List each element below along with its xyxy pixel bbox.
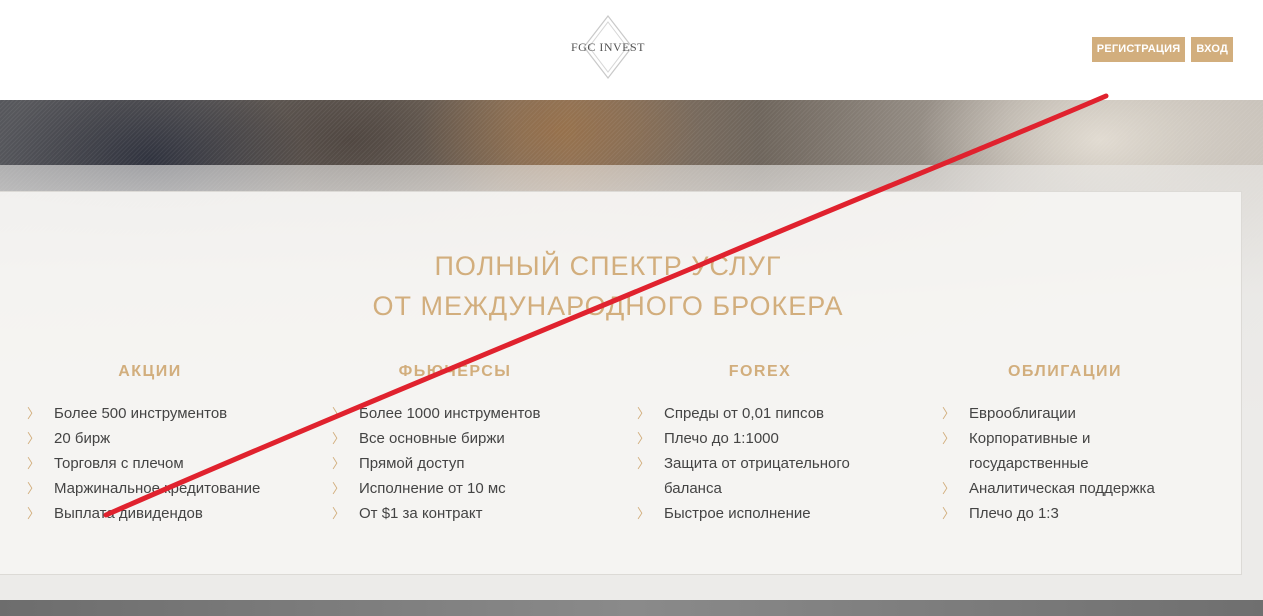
logo-text: FGC INVEST — [570, 40, 645, 54]
chevron-right-icon: 〉 — [332, 481, 346, 496]
heading-line-1: ПОЛНЫЙ СПЕКТР УСЛУГ — [434, 251, 782, 281]
chevron-right-icon: 〉 — [27, 481, 41, 496]
chevron-right-icon: 〉 — [942, 431, 956, 446]
register-button[interactable]: РЕГИСТРАЦИЯ — [1091, 37, 1186, 62]
column-forex: FOREX 〉 Спреды от 0,01 пипсов 〉 Плечо до 1… — [637, 361, 887, 526]
list-item: 〉 Исполнение от 10 мс — [332, 476, 602, 501]
chevron-right-icon: 〉 — [332, 406, 346, 421]
feature-list: 〉 Спреды от 0,01 пипсов 〉 Плечо до 1:1000 … — [637, 401, 887, 526]
column-title: ФЬЮЧЕРСЫ — [398, 363, 512, 380]
chevron-right-icon: 〉 — [27, 406, 41, 421]
heading-line-2: ОТ МЕЖДУНАРОДНОГО БРОКЕРА — [372, 291, 844, 321]
column-title: ОБЛИГАЦИИ — [1007, 363, 1123, 380]
section-heading: ПОЛНЫЙ СПЕКТР УСЛУГ ОТ МЕЖДУНАРОДНОГО БР… — [0, 246, 1216, 326]
list-item: 〉 Плечо до 1:1000 — [637, 426, 887, 451]
chevron-right-icon: 〉 — [637, 506, 651, 521]
chevron-right-icon: 〉 — [637, 456, 651, 471]
chevron-right-icon: 〉 — [27, 506, 41, 521]
chevron-right-icon: 〉 — [332, 456, 346, 471]
login-button[interactable]: ВХОД — [1191, 37, 1233, 62]
list-item: 〉 Маржинальное кредитование — [27, 476, 297, 501]
list-item: 〉 Плечо до 1:3 — [942, 501, 1192, 526]
chevron-right-icon: 〉 — [942, 506, 956, 521]
chevron-right-icon: 〉 — [332, 506, 346, 521]
list-item: 〉 Более 1000 инструментов — [332, 401, 602, 426]
chevron-right-icon: 〉 — [942, 481, 956, 496]
list-item: 〉 Торговля с плечом — [27, 451, 297, 476]
feature-list: 〉 Более 1000 инструментов 〉 Все основные б… — [332, 401, 602, 526]
chevron-right-icon: 〉 — [27, 431, 41, 446]
column-title: FOREX — [728, 363, 792, 380]
list-item: 〉 Прямой доступ — [332, 451, 602, 476]
site-header: FGC INVEST РЕГИСТРАЦИЯ ВХОД — [0, 0, 1263, 100]
chevron-right-icon: 〉 — [637, 406, 651, 421]
column-bonds: ОБЛИГАЦИИ 〉 Еврооблигации 〉 Корпоративные … — [942, 361, 1192, 526]
list-item: 〉 Корпоративные и государственные — [942, 426, 1192, 476]
list-item: 〉 От $1 за контракт — [332, 501, 602, 526]
column-futures: ФЬЮЧЕРСЫ 〉 Более 1000 инструментов 〉 Все о… — [332, 361, 602, 526]
list-item: 〉 Быстрое исполнение — [637, 501, 887, 526]
list-item: 〉 Все основные биржи — [332, 426, 602, 451]
list-item: 〉 Еврооблигации — [942, 401, 1192, 426]
column-stocks: АКЦИИ 〉 Более 500 инструментов 〉 20 бирж 〉… — [27, 361, 297, 526]
next-section-strip — [0, 600, 1263, 616]
chevron-right-icon: 〉 — [27, 456, 41, 471]
list-item: 〉 Спреды от 0,01 пипсов — [637, 401, 887, 426]
chevron-right-icon: 〉 — [332, 431, 346, 446]
list-item: 〉 Аналитическая поддержка — [942, 476, 1192, 501]
list-item: 〉 20 бирж — [27, 426, 297, 451]
list-item: 〉 Защита от отрицательного баланса — [637, 451, 887, 501]
list-item: 〉 Выплата дивидендов — [27, 501, 297, 526]
column-title: АКЦИИ — [118, 363, 182, 380]
list-item: 〉 Более 500 инструментов — [27, 401, 297, 426]
chevron-right-icon: 〉 — [942, 406, 956, 421]
auth-buttons: РЕГИСТРАЦИЯ ВХОД — [1091, 37, 1233, 62]
logo[interactable]: FGC INVEST — [562, 14, 654, 80]
feature-list: 〉 Еврооблигации 〉 Корпоративные и государс… — [942, 401, 1192, 526]
feature-list: 〉 Более 500 инструментов 〉 20 бирж 〉 Торгов… — [27, 401, 297, 526]
chevron-right-icon: 〉 — [637, 431, 651, 446]
